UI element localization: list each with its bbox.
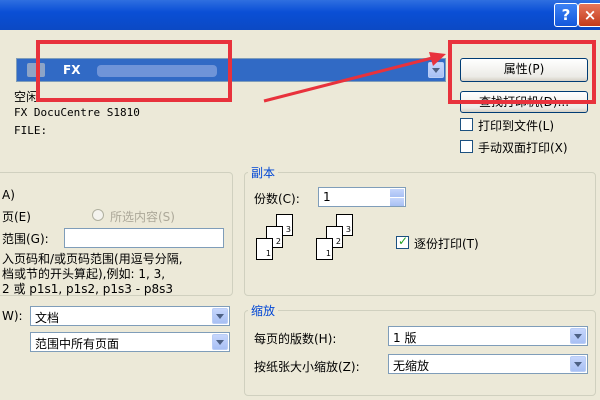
print-what-label: W): [2,309,23,323]
print-pages-select[interactable]: 范围中所有页面 [30,332,230,352]
chevron-down-icon[interactable] [212,308,228,324]
copies-title: 副本 [248,164,279,181]
range-selection-label: 所选内容(S) [110,210,175,224]
collate-illustration-2: 3 2 1 [316,214,356,270]
zoom-title: 缩放 [248,302,279,319]
spin-up-icon[interactable] [390,189,404,197]
pages-per-sheet-label: 每页的版数(H): [254,332,337,346]
range-all-label[interactable]: A) [2,188,15,202]
copies-spinner[interactable]: 1 [318,187,406,207]
scale-value: 无缩放 [393,359,430,373]
chevron-down-icon[interactable] [570,356,586,372]
page-1: 1 [316,238,333,260]
pages-per-sheet-select[interactable]: 1 版 [388,326,588,346]
scale-label: 按纸张大小缩放(Z): [254,360,360,374]
print-what-value: 文档 [35,311,60,325]
print-what-select[interactable]: 文档 [30,306,230,326]
copies-label: 份数(C): [254,192,300,206]
collate-label: 逐份打印(T) [414,237,479,251]
range-hint-3: 2 或 p1s1, p1s2, p1s3 - p8s3 [2,282,174,296]
page-1: 1 [256,238,273,260]
range-pages-label[interactable]: 范围(G): [2,230,49,247]
range-current-label[interactable]: 页(E) [2,208,31,225]
copies-value: 1 [323,190,331,204]
print-pages-value: 范围中所有页面 [35,337,120,351]
page-range-input[interactable] [64,228,224,248]
chevron-down-icon[interactable] [570,328,586,344]
collate-illustration-1: 3 2 1 [256,214,296,270]
pages-per-sheet-value: 1 版 [393,331,417,345]
collate-checkbox[interactable] [396,234,409,249]
chevron-down-icon[interactable] [212,334,228,350]
zoom-group [244,310,596,396]
selection-radio [92,209,104,221]
scale-select[interactable]: 无缩放 [388,354,588,374]
spin-down-icon[interactable] [390,198,404,206]
